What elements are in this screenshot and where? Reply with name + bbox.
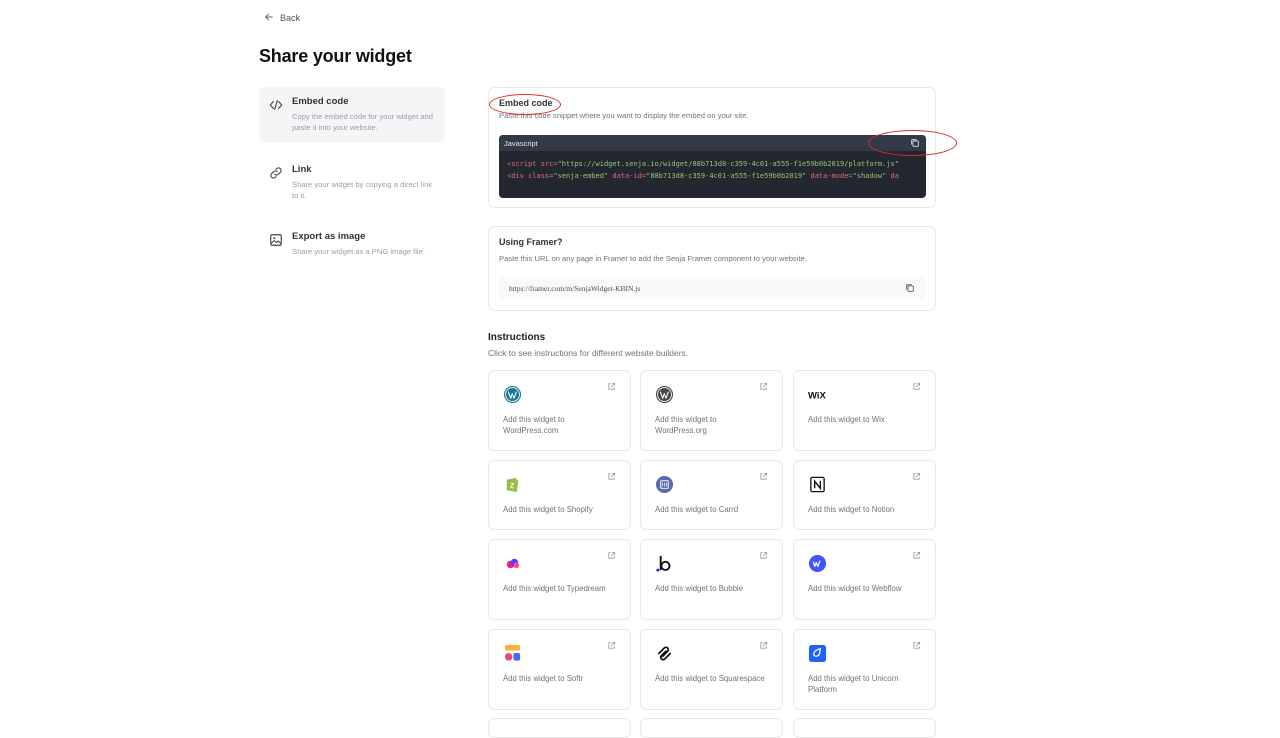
sidebar-item-link[interactable]: Link Share your widget by copying a dire… [259,155,445,210]
instruction-tile[interactable]: Add this widget to Shopify [488,460,631,530]
external-link-icon [607,472,616,481]
arrow-left-icon [264,12,274,24]
back-link[interactable]: Back [264,12,300,24]
instruction-tile[interactable] [640,718,783,738]
external-link-icon [759,551,768,560]
code-line-2: <div class="senja-embed" data-id="88b713… [507,171,918,183]
code-token: src= [536,160,558,168]
code-token: class= [523,171,554,180]
instruction-tile-label: Add this widget to Notion [808,505,895,514]
framer-card: Using Framer? Paste this URL on any page… [488,226,936,311]
instructions-desc: Click to see instructions for different … [488,348,689,358]
instruction-tile-label: Add this widget to WordPress.org [655,415,717,436]
code-token: da [886,171,899,180]
embed-code-title: Embed code [499,98,553,108]
sidebar-item-desc: Share your widget as a PNG image file. [292,247,425,256]
instruction-tile-label: Add this widget to Unicorn Platform [808,674,899,695]
page-title: Share your widget [259,46,412,66]
external-link-icon [607,641,616,650]
instruction-tile[interactable]: Add this widget to Bubble [640,539,783,620]
external-link-icon [759,382,768,391]
code-token: data-mode= [806,171,853,180]
external-link-icon [607,551,616,560]
copy-icon [906,284,914,292]
embed-code-desc: Paste this code snippet where you want t… [499,111,749,120]
code-language: Javascript [504,138,538,148]
wix-icon: WiX [808,385,827,404]
code-line-1: <script src="https://widget.senja.io/wid… [507,159,918,171]
code-block[interactable]: Javascript <script src="https://widget.s… [499,135,926,198]
code-header: Javascript [499,135,926,151]
instruction-tile[interactable]: Add this widget to Webflow [793,539,936,620]
code-token: "senja-embed" [553,171,609,180]
shopify-icon [503,475,522,494]
copy-icon [911,139,919,147]
copy-code-button[interactable] [909,137,921,149]
sidebar-item-title: Embed code [292,96,349,107]
code-token: data-id= [608,171,647,180]
instruction-tile[interactable]: Add this widget to Carrd [640,460,783,530]
external-link-icon [759,641,768,650]
embed-code-card: Embed code Paste this code snippet where… [488,87,936,208]
instruction-tile-label: Add this widget to WordPress.com [503,415,565,436]
code-icon [269,98,283,112]
code-token: <script [507,160,537,168]
instruction-tile[interactable]: Add this widget to Typedream [488,539,631,620]
instruction-tile-label: Add this widget to Shopify [503,505,593,514]
instruction-tile-label: Add this widget to Carrd [655,505,739,514]
sidebar-item-title: Export as image [292,231,366,242]
code-token: "88b713d8-c359-4c01-a555-f1e59b0b2019" [646,171,807,180]
instruction-tile[interactable]: Add this widget to Unicorn Platform [793,629,936,710]
external-link-icon [759,472,768,481]
sidebar-item-embed-code[interactable]: Embed code Copy the embed code for your … [259,87,445,142]
code-token: <div [507,171,524,180]
copy-url-button[interactable] [904,282,916,294]
sidebar-item-export-image[interactable]: Export as image Share your widget as a P… [259,222,445,266]
instruction-tile[interactable] [488,718,631,738]
instruction-tile-label: Add this widget to Typedream [503,584,606,593]
external-link-icon [912,641,921,650]
instructions-title: Instructions [488,332,546,343]
external-link-icon [912,551,921,560]
instruction-tile[interactable]: Add this widget to Softr [488,629,631,710]
instruction-tile-label: Add this widget to Webflow [808,584,902,593]
instruction-tile[interactable]: Add this widget to Notion [793,460,936,530]
squarespace-icon [655,644,674,663]
instruction-tile-label: Add this widget to Bubble [655,584,743,593]
framer-url-field[interactable]: https://framer.com/m/SenjaWidget-KBIN.js [499,277,926,299]
code-token: "https://widget.senja.io/widget/88b713d8… [557,160,899,168]
instruction-tile[interactable]: WiX Add this widget to Wix [793,370,936,451]
sidebar-item-title: Link [292,164,312,175]
instruction-tile[interactable] [793,718,936,738]
instruction-tile[interactable]: Add this widget to WordPress.org [640,370,783,451]
unicorn-platform-icon [808,644,827,663]
instruction-tile-label: Add this widget to Wix [808,415,885,424]
code-content: <script src="https://widget.senja.io/wid… [499,151,926,190]
instruction-tile-label: Add this widget to Softr [503,674,584,683]
wordpress-com-icon [503,385,522,404]
framer-title: Using Framer? [499,237,563,247]
instruction-tile[interactable]: Add this widget to Squarespace [640,629,783,710]
instruction-tile-label: Add this widget to Squarespace [655,674,765,683]
external-link-icon [607,382,616,391]
framer-url: https://framer.com/m/SenjaWidget-KBIN.js [509,283,641,293]
svg-text:WiX: WiX [808,390,827,401]
external-link-icon [912,472,921,481]
image-icon [269,233,283,247]
back-label: Back [280,13,301,23]
carrd-icon [655,475,674,494]
sidebar-item-desc: Share your widget by copying a direct li… [292,180,433,200]
external-link-icon [912,382,921,391]
code-token: "shadow" [852,171,887,180]
typedream-icon [503,554,522,573]
framer-desc: Paste this URL on any page in Framer to … [499,254,807,263]
wordpress-org-icon [655,385,674,404]
notion-icon [808,475,827,494]
link-icon [269,166,283,180]
bubble-icon [655,554,674,573]
softr-icon [503,644,522,663]
webflow-icon [808,554,827,573]
sidebar-item-desc: Copy the embed code for your widget and … [292,112,433,132]
instruction-tile[interactable]: Add this widget to WordPress.com [488,370,631,451]
